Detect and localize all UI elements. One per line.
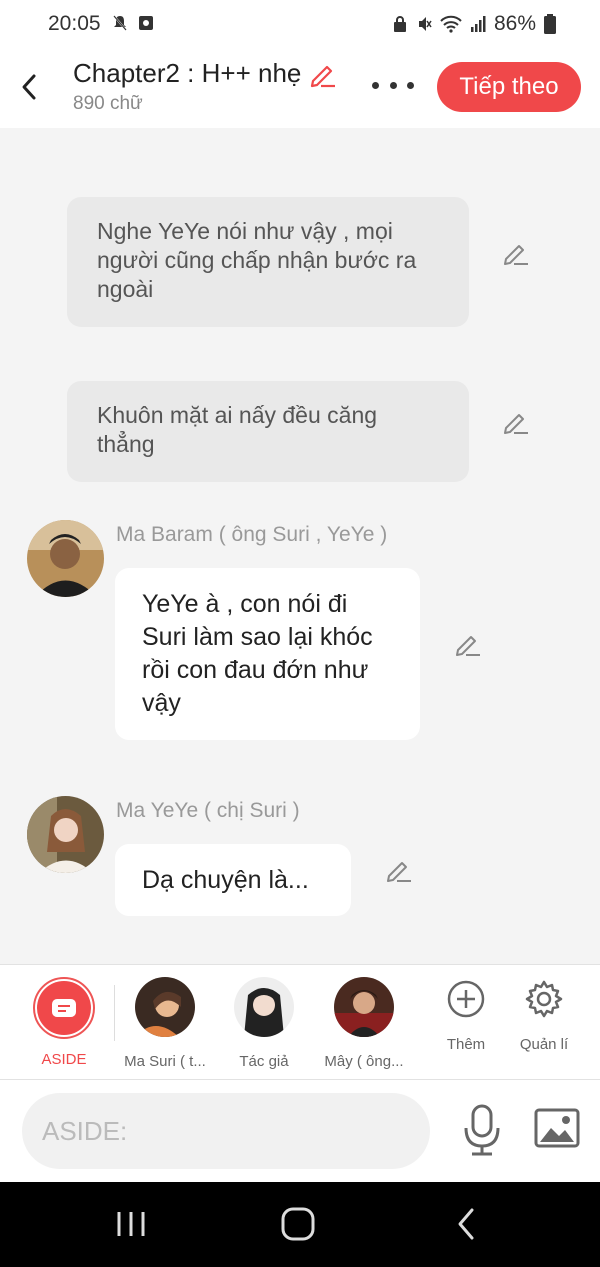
recent-apps-icon[interactable] xyxy=(111,1204,151,1244)
back-chevron-icon[interactable] xyxy=(14,70,44,104)
chapter-title-row[interactable]: Chapter2 : H++ nhẹ xyxy=(73,58,337,89)
app-notification-icon xyxy=(139,16,153,30)
avatar[interactable] xyxy=(27,520,104,597)
word-count: 890 chữ xyxy=(73,93,143,114)
plus-circle-icon xyxy=(447,980,485,1018)
vibrate-mute-icon xyxy=(418,17,432,31)
speaker-name: Ma Baram ( ông Suri , YeYe ) xyxy=(116,523,388,546)
signal-icon xyxy=(470,16,486,32)
microphone-icon[interactable] xyxy=(462,1104,502,1156)
character-may[interactable]: Mây ( ông... xyxy=(314,977,414,1070)
gear-icon xyxy=(525,980,563,1018)
avatar[interactable] xyxy=(27,796,104,873)
narration-bubble[interactable]: Nghe YeYe nói như vậy , mọi người cũng c… xyxy=(67,197,469,327)
narration-bubble[interactable]: Khuôn mặt ai nấy đều căng thẳng xyxy=(67,381,469,482)
wifi-icon xyxy=(440,15,462,33)
manage-characters-button[interactable]: Quản lí xyxy=(494,979,594,1053)
edit-icon[interactable] xyxy=(502,408,530,436)
character-label: ASIDE xyxy=(41,1051,87,1068)
character-aside[interactable]: ASIDE xyxy=(14,977,114,1068)
avatar xyxy=(334,977,394,1037)
back-icon[interactable] xyxy=(446,1204,486,1244)
home-icon[interactable] xyxy=(278,1204,318,1244)
character-label: Ma Suri ( t... xyxy=(124,1053,206,1070)
message-bubble[interactable]: Dạ chuyện là... xyxy=(115,844,351,916)
manage-label: Quản lí xyxy=(519,1036,569,1053)
character-selector: ASIDE Ma Suri ( t... Tác giả Mây ( ông..… xyxy=(0,964,600,1080)
chapter-title: Chapter2 : H++ nhẹ xyxy=(73,58,302,88)
character-tac-gia[interactable]: Tác giả xyxy=(214,977,314,1070)
mute-bell-icon xyxy=(113,15,127,31)
avatar xyxy=(135,977,195,1037)
image-icon[interactable] xyxy=(534,1108,580,1148)
next-chapter-button[interactable]: Tiếp theo xyxy=(437,62,581,112)
input-bar xyxy=(0,1080,600,1182)
more-options-icon[interactable] xyxy=(372,70,414,100)
edit-icon[interactable] xyxy=(385,856,413,884)
message-bubble[interactable]: YeYe à , con nói đi Suri làm sao lại khó… xyxy=(115,568,420,740)
character-ma-suri[interactable]: Ma Suri ( t... xyxy=(115,977,215,1070)
message-input[interactable] xyxy=(22,1093,430,1169)
battery-percent: 86% xyxy=(493,12,536,35)
system-nav-bar xyxy=(0,1182,600,1267)
status-bar: 20:05 86% xyxy=(0,0,600,48)
edit-icon[interactable] xyxy=(454,630,482,658)
edit-icon[interactable] xyxy=(502,239,530,267)
character-label: Mây ( ông... xyxy=(324,1053,404,1070)
avatar xyxy=(234,977,294,1037)
character-label: Tác giả xyxy=(239,1053,289,1070)
edit-pencil-icon[interactable] xyxy=(307,59,337,89)
editor-header: Chapter2 : H++ nhẹ 890 chữ Tiếp theo xyxy=(0,48,600,128)
battery-icon xyxy=(544,14,556,34)
chat-area[interactable]: Nghe YeYe nói như vậy , mọi người cũng c… xyxy=(0,128,600,964)
status-time: 20:05 xyxy=(48,12,101,35)
aside-icon xyxy=(37,981,91,1035)
speaker-name: Ma YeYe ( chị Suri ) xyxy=(116,799,300,822)
lock-icon xyxy=(393,16,406,32)
